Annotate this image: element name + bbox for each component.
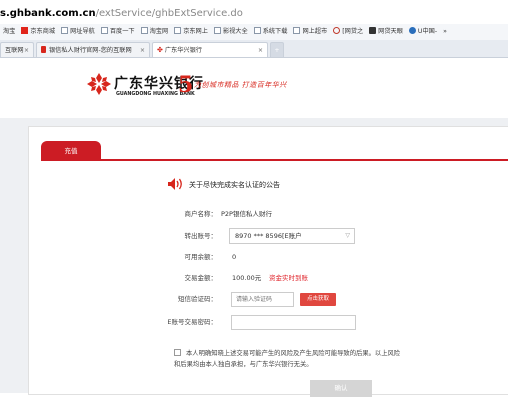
amount-label: 交易金额： <box>184 274 218 282</box>
password-input[interactable] <box>231 315 356 330</box>
page-icon <box>100 27 108 34</box>
sms-label: 短信验证码： <box>178 295 217 303</box>
bookmark-item[interactable]: 影视大全 <box>211 24 251 40</box>
tab-strip: 互联网 × 银信私人财行官网-您的互联网 × ✤ 广东华兴银行 × + <box>0 40 508 58</box>
bookmark-label: 京东商城 <box>30 28 56 35</box>
circle-icon <box>333 27 341 34</box>
available-label: 可用余额： <box>184 253 218 261</box>
bookmarks-bar: 淘宝 京东商城 网址导航 百度一下 淘宝网 京东网上 影视大全 系统下载 网上超市 [网贷之 网贷天… <box>0 24 508 41</box>
bookmark-label: 百度一下 <box>109 28 135 35</box>
new-tab-button[interactable]: + <box>270 42 284 57</box>
bookmark-item[interactable]: 淘宝网 <box>138 24 172 40</box>
bookmark-item[interactable]: [网贷之 <box>330 24 366 40</box>
realtime-arrival-note: 资金实时到账 <box>269 274 308 282</box>
tab-yinxin[interactable]: 银信私人财行官网-您的互联网 × <box>36 42 150 57</box>
page-icon <box>213 27 221 34</box>
page-icon <box>140 27 148 34</box>
bookmark-label: 影视大全 <box>222 28 248 35</box>
tab-label: 银信私人财行官网-您的互联网 <box>49 47 132 54</box>
tab-internet[interactable]: 互联网 × <box>0 42 34 57</box>
bookmark-item[interactable]: 百度一下 <box>98 24 138 40</box>
bookmark-item[interactable]: 淘宝 <box>0 24 18 40</box>
close-icon[interactable]: × <box>140 43 145 57</box>
tab-underline <box>41 159 508 161</box>
tab-label: 互联网 <box>5 47 24 54</box>
account-select[interactable]: 8970 *** 8596[E账户 ▽ <box>229 228 355 244</box>
agreement-text-2: 和后果均由本人独自承担，与广东华兴银行无关。 <box>174 361 313 368</box>
page-icon <box>61 27 69 34</box>
red-icon <box>41 46 46 53</box>
account-value: 8970 *** 8596[E账户 <box>235 232 302 240</box>
password-field[interactable] <box>232 316 355 329</box>
tab-huaxing[interactable]: ✤ 广东华兴银行 × <box>152 42 268 57</box>
bookmark-label: U中国- <box>417 28 438 35</box>
get-code-button[interactable]: 点击获取 <box>300 293 336 306</box>
eye-icon <box>369 27 377 34</box>
close-icon[interactable]: × <box>24 43 29 57</box>
bookmark-item[interactable]: 京东网上 <box>171 24 211 40</box>
bank-icon: ✤ <box>157 46 163 54</box>
bookmark-label: » <box>443 28 447 35</box>
close-icon[interactable]: × <box>258 43 263 57</box>
bookmark-label: 淘宝网 <box>149 28 169 35</box>
recharge-panel: 充值 关于尽快完成实名认证的公告 商户名称： P2P银信私人财行 转出账号： 8… <box>28 126 508 397</box>
notice-text: 关于尽快完成实名认证的公告 <box>189 181 280 189</box>
bookmark-item[interactable]: » <box>440 24 450 40</box>
agree-checkbox[interactable] <box>174 349 181 356</box>
bookmark-item[interactable]: 网贷天眼 <box>366 24 406 40</box>
bookmark-label: 网上超市 <box>302 28 328 35</box>
anniversary-badge: 5 <box>178 72 194 98</box>
bank-slogan: 为创城市精品 打造百年华兴 <box>194 81 287 89</box>
bookmark-item[interactable]: U中国- <box>406 24 440 40</box>
sms-code-field[interactable] <box>232 293 293 306</box>
bookmark-label: 网贷天眼 <box>378 28 403 35</box>
tab-recharge[interactable]: 充值 <box>41 141 101 159</box>
page-icon <box>174 27 182 34</box>
page-icon <box>253 27 261 34</box>
u-icon <box>408 27 416 34</box>
bank-logo-icon <box>87 73 111 95</box>
tab-label: 广东华兴银行 <box>164 47 202 54</box>
bookmark-label: 网址导航 <box>70 28 95 35</box>
bookmark-item[interactable]: 京东商城 <box>18 24 58 40</box>
bookmark-label: 系统下载 <box>262 28 288 35</box>
chevron-down-icon: ▽ <box>345 232 350 239</box>
bookmark-item[interactable]: 系统下载 <box>251 24 291 40</box>
merchant-label: 商户名称： <box>184 210 218 218</box>
url-text[interactable]: s.ghbank.com.cn/extService/ghbExtService… <box>0 8 243 19</box>
bookmark-label: 京东网上 <box>183 28 208 35</box>
page-body: 充值 关于尽快完成实名认证的公告 商户名称： P2P银信私人财行 转出账号： 8… <box>0 118 508 397</box>
agreement-text-1: 本人明确知晓上述交易可能产生的风险及产生风险可能导致的后果。以上风险 <box>186 350 401 357</box>
password-label: E账号交易密码： <box>167 318 217 326</box>
amount-value: 100.00元 <box>232 274 262 282</box>
bookmark-label: 淘宝 <box>3 28 16 35</box>
bank-header: 广东华兴银行 GUANGDONG HUAXING BANK 5 为创城市精品 打… <box>0 58 508 118</box>
bookmark-item[interactable]: 网上超市 <box>290 24 330 40</box>
account-label: 转出账号： <box>184 232 218 240</box>
available-value: 0 <box>232 253 237 261</box>
url-path: /extService/ghbExtService.do <box>95 8 243 19</box>
page-icon <box>293 27 301 34</box>
address-bar[interactable]: s.ghbank.com.cn/extService/ghbExtService… <box>0 0 508 25</box>
sms-code-input[interactable] <box>231 292 294 307</box>
bookmark-label: [网贷之 <box>342 28 364 35</box>
bookmark-item[interactable]: 网址导航 <box>58 24 98 40</box>
url-host: s.ghbank.com.cn <box>0 8 96 19</box>
plus-icon: + <box>274 47 280 54</box>
speaker-icon <box>168 178 182 190</box>
merchant-value: P2P银信私人财行 <box>221 210 272 218</box>
confirm-button[interactable]: 确认 <box>310 380 372 397</box>
jd-icon <box>21 27 29 34</box>
